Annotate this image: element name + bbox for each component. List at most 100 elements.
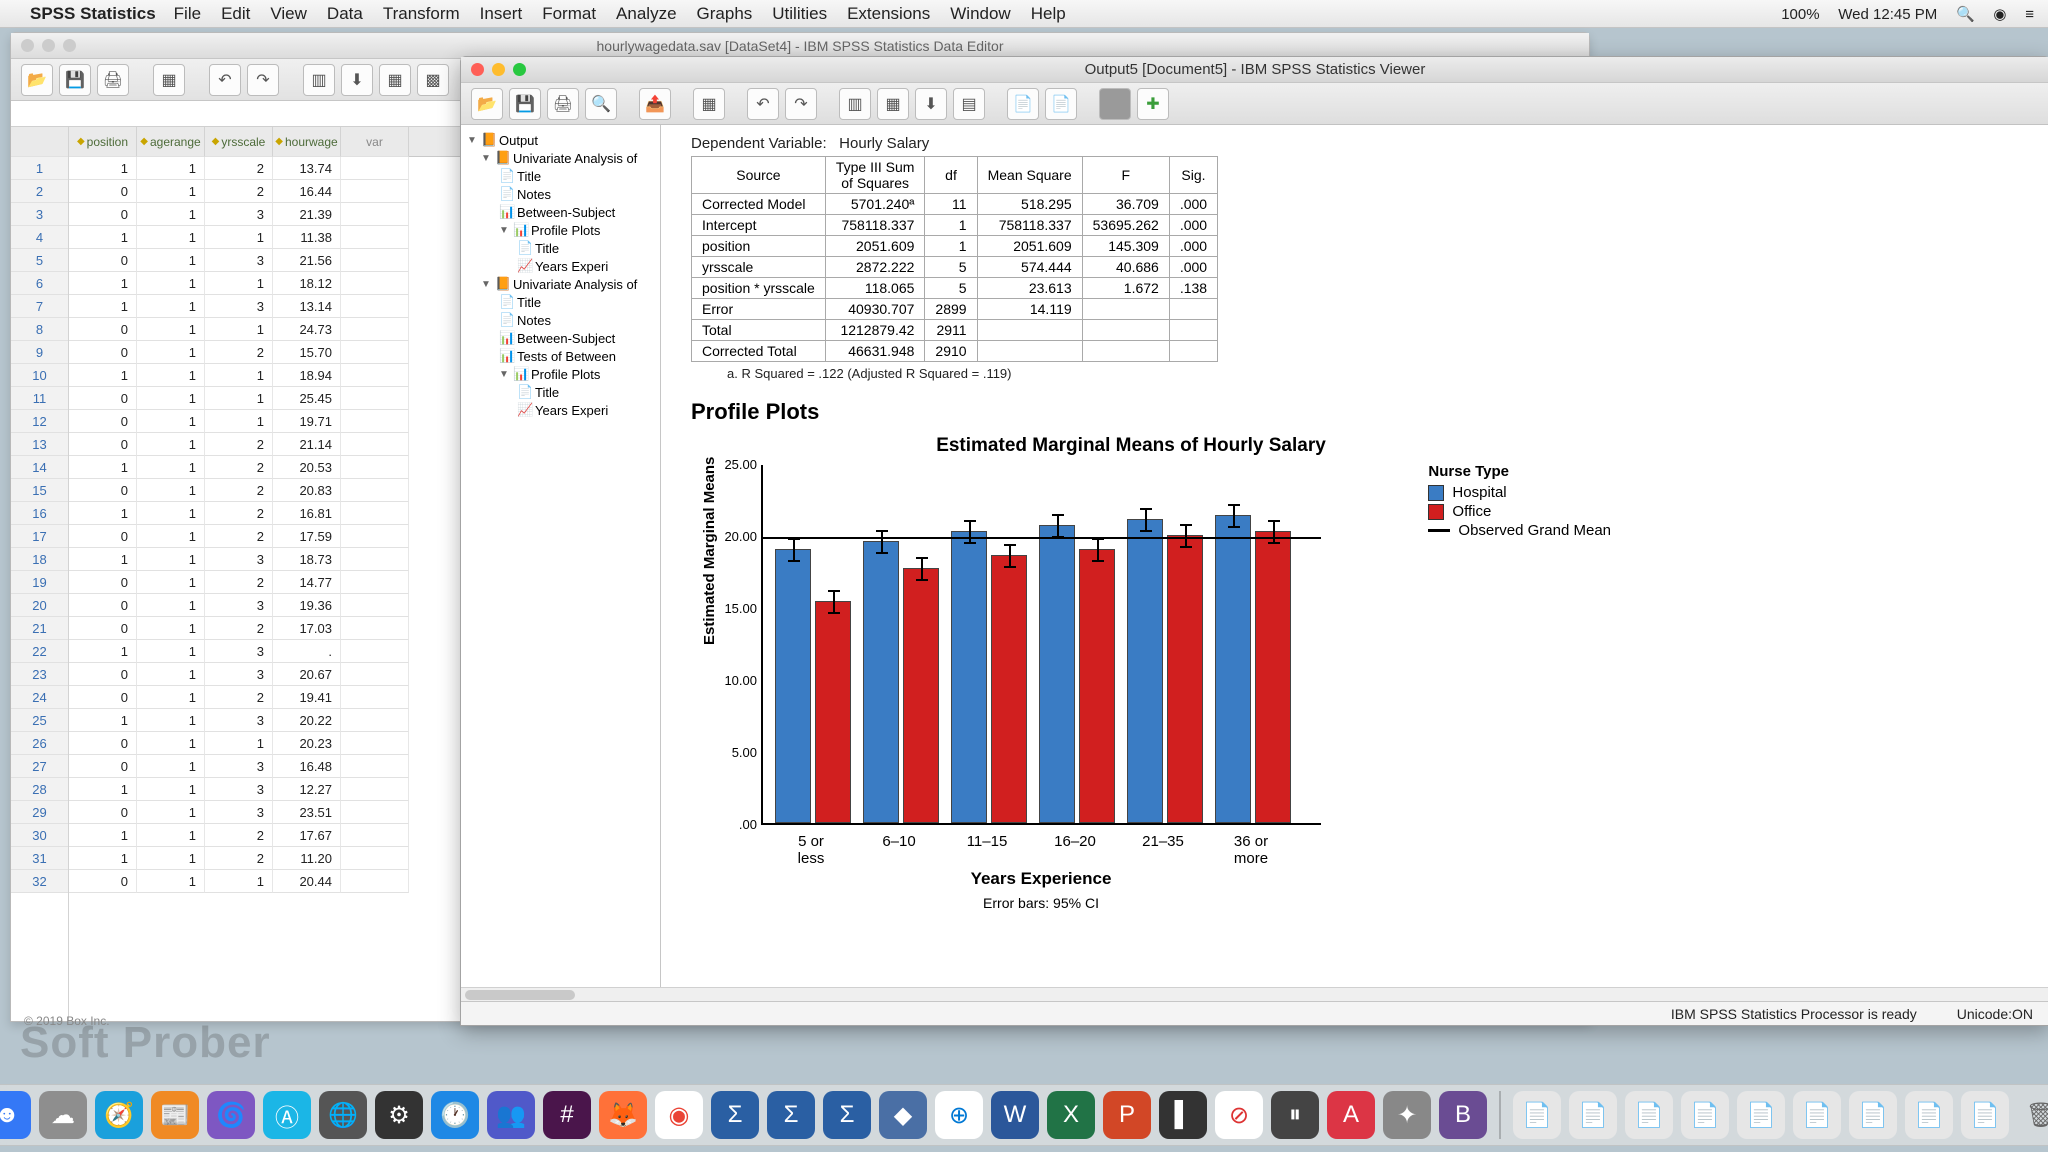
row-header[interactable]: 18 xyxy=(11,548,68,571)
save-icon[interactable]: 💾 xyxy=(59,64,91,96)
row-header[interactable]: 26 xyxy=(11,732,68,755)
data-cell[interactable]: 14.77 xyxy=(273,571,341,594)
outline-item[interactable]: Notes xyxy=(517,187,551,202)
dock-word[interactable]: W xyxy=(991,1091,1039,1139)
data-cell[interactable] xyxy=(341,433,409,456)
data-cell[interactable] xyxy=(341,732,409,755)
data-cell[interactable]: 20.67 xyxy=(273,663,341,686)
data-cell[interactable] xyxy=(341,203,409,226)
data-cell[interactable]: 3 xyxy=(205,203,273,226)
data-cell[interactable]: 1 xyxy=(137,387,205,410)
data-cell[interactable]: 1 xyxy=(205,410,273,433)
data-cell[interactable]: 0 xyxy=(69,387,137,410)
goto-data-icon[interactable]: ▥ xyxy=(839,88,871,120)
data-cell[interactable]: 2 xyxy=(205,502,273,525)
search-icon[interactable]: 🔍 xyxy=(1956,6,1975,23)
data-cell[interactable]: 1 xyxy=(137,571,205,594)
dock-app[interactable]: 📰 xyxy=(151,1091,199,1139)
recall-icon[interactable]: ▦ xyxy=(693,88,725,120)
row-header[interactable]: 4 xyxy=(11,226,68,249)
outline-root[interactable]: Output xyxy=(499,133,538,148)
data-cell[interactable]: 1 xyxy=(69,157,137,180)
menu-help[interactable]: Help xyxy=(1031,4,1066,24)
anova-table[interactable]: SourceType III Sumof SquaresdfMean Squar… xyxy=(691,156,1218,362)
variables-icon[interactable]: ▦ xyxy=(379,64,411,96)
data-cell[interactable]: 13.14 xyxy=(273,295,341,318)
data-cell[interactable] xyxy=(341,180,409,203)
data-cell[interactable]: 2 xyxy=(205,456,273,479)
outline-item[interactable]: Title xyxy=(535,241,559,256)
data-cell[interactable]: 16.81 xyxy=(273,502,341,525)
data-cell[interactable]: 1 xyxy=(205,318,273,341)
dock-app[interactable]: ☁ xyxy=(39,1091,87,1139)
data-cell[interactable]: 0 xyxy=(69,203,137,226)
data-cell[interactable]: 1 xyxy=(137,157,205,180)
data-cell[interactable]: 0 xyxy=(69,870,137,893)
data-cell[interactable]: 1 xyxy=(69,778,137,801)
data-cell[interactable]: 11.38 xyxy=(273,226,341,249)
data-cell[interactable]: 1 xyxy=(205,226,273,249)
dock-app[interactable]: B xyxy=(1439,1091,1487,1139)
outline-item[interactable]: Profile Plots xyxy=(531,223,600,238)
data-cell[interactable]: 3 xyxy=(205,594,273,617)
data-cell[interactable]: 1 xyxy=(137,272,205,295)
outline-item[interactable]: Title xyxy=(517,169,541,184)
row-header[interactable]: 25 xyxy=(11,709,68,732)
data-cell[interactable]: 0 xyxy=(69,341,137,364)
data-cell[interactable]: 2 xyxy=(205,617,273,640)
data-cell[interactable]: 1 xyxy=(137,755,205,778)
dock-folder[interactable]: 📄 xyxy=(1625,1091,1673,1139)
data-cell[interactable]: 0 xyxy=(69,617,137,640)
data-cell[interactable] xyxy=(341,295,409,318)
row-header[interactable]: 9 xyxy=(11,341,68,364)
data-cell[interactable] xyxy=(341,157,409,180)
print-icon[interactable]: 🖨 xyxy=(97,64,129,96)
dock-app[interactable]: 🌀 xyxy=(207,1091,255,1139)
data-cell[interactable]: 25.45 xyxy=(273,387,341,410)
data-cell[interactable]: 1 xyxy=(137,732,205,755)
data-cell[interactable] xyxy=(341,341,409,364)
data-cell[interactable]: 2 xyxy=(205,571,273,594)
data-cell[interactable]: 1 xyxy=(69,709,137,732)
data-cell[interactable]: 16.44 xyxy=(273,180,341,203)
data-cell[interactable]: 1 xyxy=(137,364,205,387)
minimize-icon[interactable] xyxy=(42,39,55,52)
row-header[interactable]: 10 xyxy=(11,364,68,387)
data-cell[interactable]: 1 xyxy=(205,387,273,410)
goto-var-icon[interactable]: ⬇ xyxy=(341,64,373,96)
data-cell[interactable] xyxy=(341,640,409,663)
row-header[interactable]: 24 xyxy=(11,686,68,709)
row-header[interactable]: 30 xyxy=(11,824,68,847)
outline-item[interactable]: Years Experi xyxy=(535,259,608,274)
data-cell[interactable]: 20.22 xyxy=(273,709,341,732)
outline-item[interactable]: Title xyxy=(535,385,559,400)
data-cell[interactable] xyxy=(341,479,409,502)
add-icon[interactable]: ✚ xyxy=(1137,88,1169,120)
designate-icon[interactable]: 📄 xyxy=(1007,88,1039,120)
outline-item[interactable]: Between-Subject xyxy=(517,331,615,346)
data-cell[interactable]: 1 xyxy=(205,870,273,893)
menu-utilities[interactable]: Utilities xyxy=(772,4,827,24)
data-cell[interactable]: 1 xyxy=(69,847,137,870)
column-header[interactable]: ◆position xyxy=(69,127,137,157)
output-canvas[interactable]: Dependent Variable: Hourly Salary Source… xyxy=(661,125,2048,1001)
data-cell[interactable]: 2 xyxy=(205,180,273,203)
data-cell[interactable]: 1 xyxy=(137,456,205,479)
column-header[interactable]: ◆agerange xyxy=(137,127,205,157)
data-cell[interactable]: 0 xyxy=(69,180,137,203)
outline-item[interactable]: Profile Plots xyxy=(531,367,600,382)
data-cell[interactable]: 2 xyxy=(205,847,273,870)
data-cell[interactable]: 0 xyxy=(69,755,137,778)
data-cell[interactable] xyxy=(341,870,409,893)
data-cell[interactable]: 23.51 xyxy=(273,801,341,824)
dock-powerpoint[interactable]: P xyxy=(1103,1091,1151,1139)
open-icon[interactable]: 📂 xyxy=(21,64,53,96)
dock-spss[interactable]: Σ xyxy=(767,1091,815,1139)
row-header[interactable]: 19 xyxy=(11,571,68,594)
select-last-icon[interactable]: ▤ xyxy=(953,88,985,120)
dock-app[interactable]: ✦ xyxy=(1383,1091,1431,1139)
data-cell[interactable]: 1 xyxy=(137,433,205,456)
data-cell[interactable] xyxy=(341,801,409,824)
export-icon[interactable]: 📤 xyxy=(639,88,671,120)
row-header[interactable]: 7 xyxy=(11,295,68,318)
